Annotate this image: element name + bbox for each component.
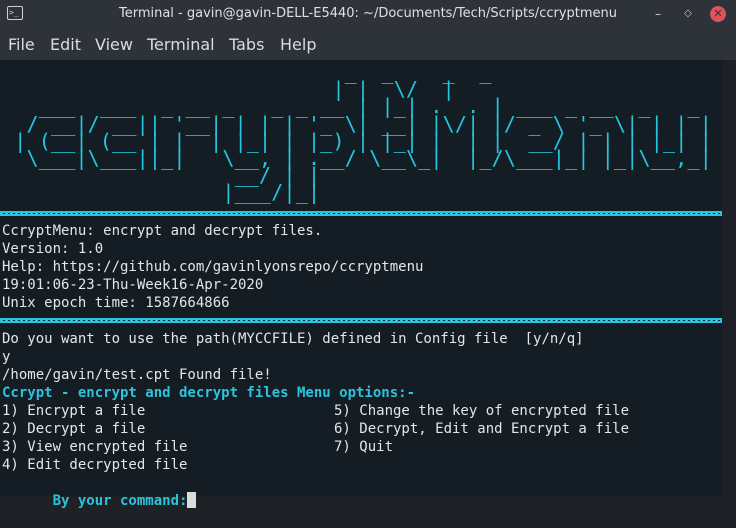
scrollbar[interactable] [722,60,736,496]
found-file-line: /home/gavin/test.cpt Found file! [2,367,272,383]
info-line: Unix epoch time: 1587664866 [2,295,230,311]
option-edit: 4) Edit decrypted file [2,457,188,473]
close-icon[interactable]: ✕ [710,6,726,22]
command-prompt: By your command: [52,493,188,509]
window-title: Terminal - gavin@gavin-DELL-E5440: ~/Doc… [118,6,618,21]
option-decrypt: 2) Decrypt a file [2,421,146,437]
menu-file[interactable]: File [8,35,35,54]
option-view: 3) View encrypted file [2,439,188,455]
menu-tabs[interactable]: Tabs [229,35,264,54]
menu-help[interactable]: Help [280,35,316,54]
menu-bar: File Edit View Terminal Tabs Help [0,28,736,60]
separator-line [0,211,722,216]
maximize-icon[interactable]: ◇ [680,6,696,22]
option-quit: 7) Quit [334,439,394,455]
terminal-window: >_ Terminal - gavin@gavin-DELL-E5440: ~/… [0,0,736,509]
info-line: Version: 1.0 [2,241,104,257]
question-line: Do you want to use the path(MYCCFILE) de… [2,331,584,347]
menu-terminal[interactable]: Terminal [147,35,215,54]
info-line: CcryptMenu: encrypt and decrypt files. [2,223,323,239]
separator-line [0,318,722,323]
option-encrypt: 1) Encrypt a file [2,403,146,419]
info-line: Help: https://github.com/gavinlyonsrepo/… [2,259,424,275]
ascii-banner: _ _ _ _ | | \/ | ___ ___ _ __ _ _ _ __ |… [14,60,712,205]
option-decrypt-edit-encrypt: 6) Decrypt, Edit and Encrypt a file [334,421,630,437]
minimize-icon[interactable]: – [650,6,666,22]
option-change-key: 5) Change the key of encrypted file [334,403,630,419]
text-cursor [187,492,197,508]
info-line: 19:01:06-23-Thu-Week16-Apr-2020 [2,277,264,293]
menu-edit[interactable]: Edit [50,35,81,54]
command-prompt-line[interactable]: By your command: [2,474,197,509]
answer-line: y [2,349,11,365]
title-bar[interactable]: >_ Terminal - gavin@gavin-DELL-E5440: ~/… [0,0,736,28]
menu-header: Ccrypt - encrypt and decrypt files Menu … [2,385,416,401]
terminal-output[interactable]: _ _ _ _ | | \/ | ___ ___ _ __ _ _ _ __ |… [0,60,736,509]
menu-view[interactable]: View [95,35,133,54]
